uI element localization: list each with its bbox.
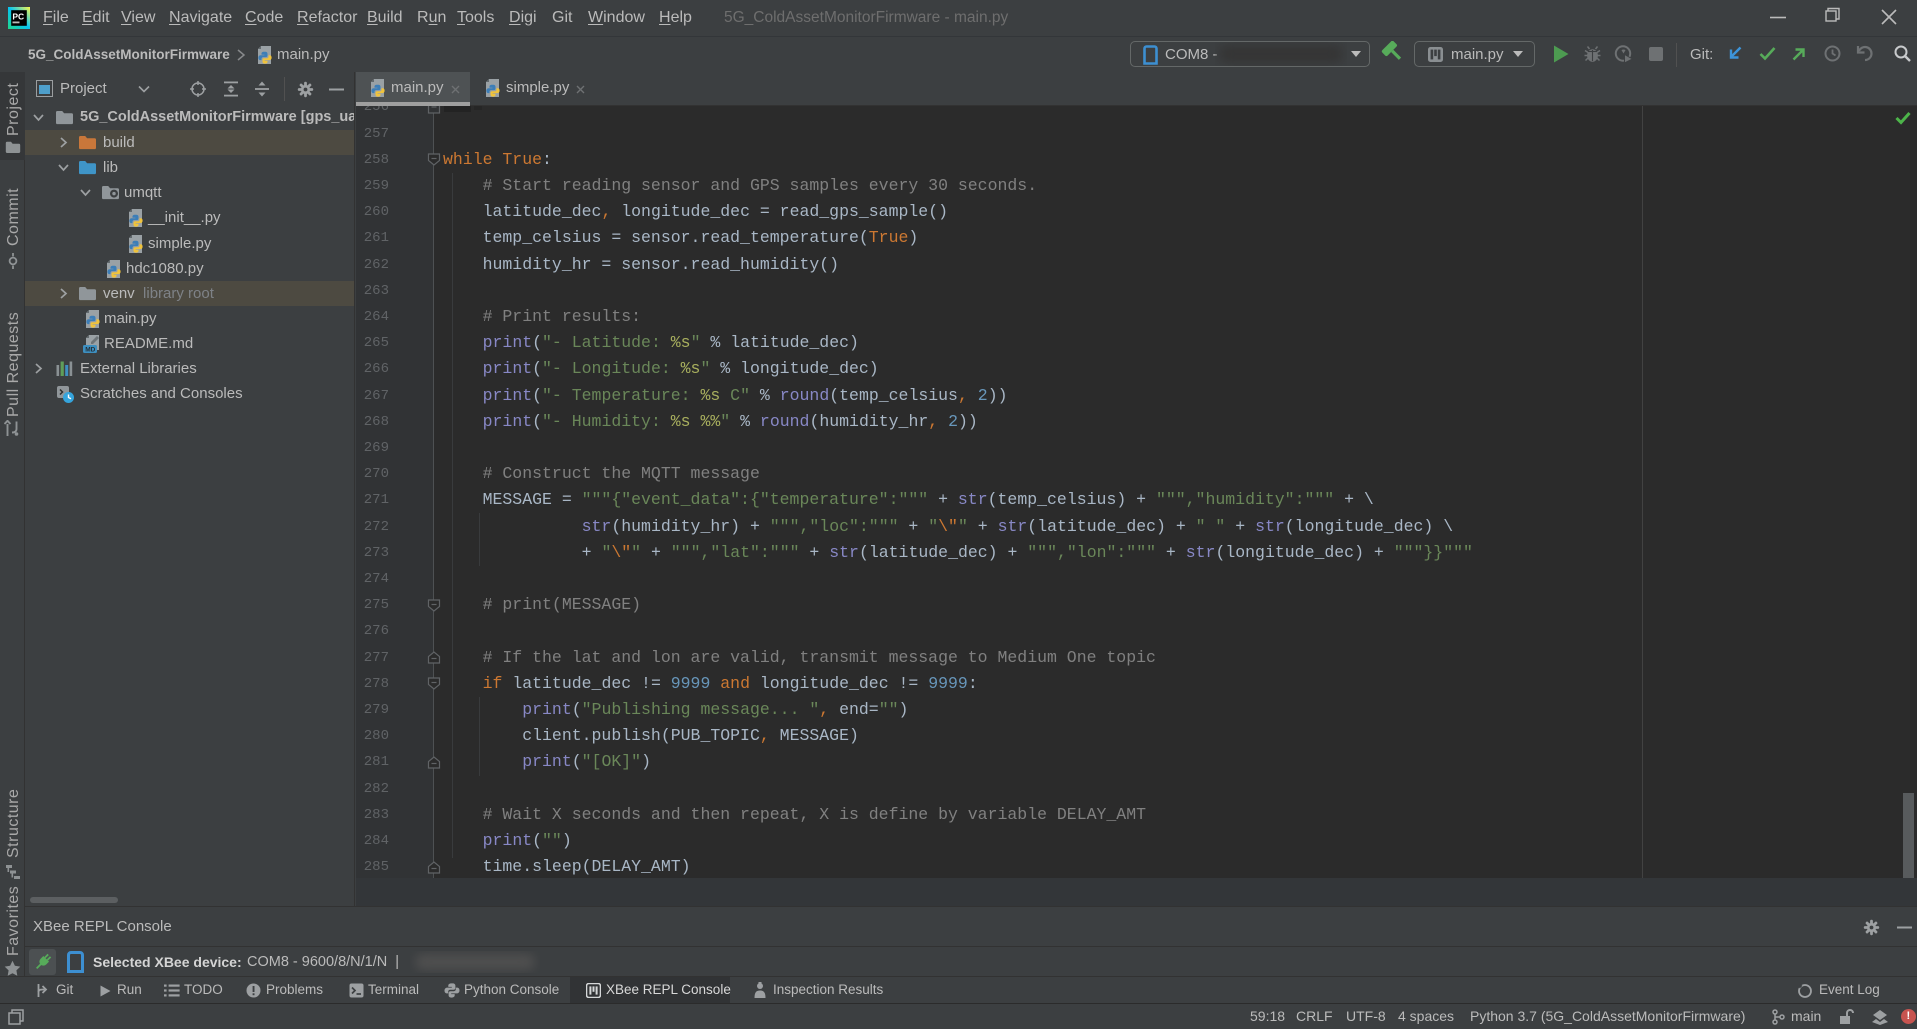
svg-text:PC: PC (12, 12, 24, 22)
svg-text:MD: MD (85, 346, 95, 353)
